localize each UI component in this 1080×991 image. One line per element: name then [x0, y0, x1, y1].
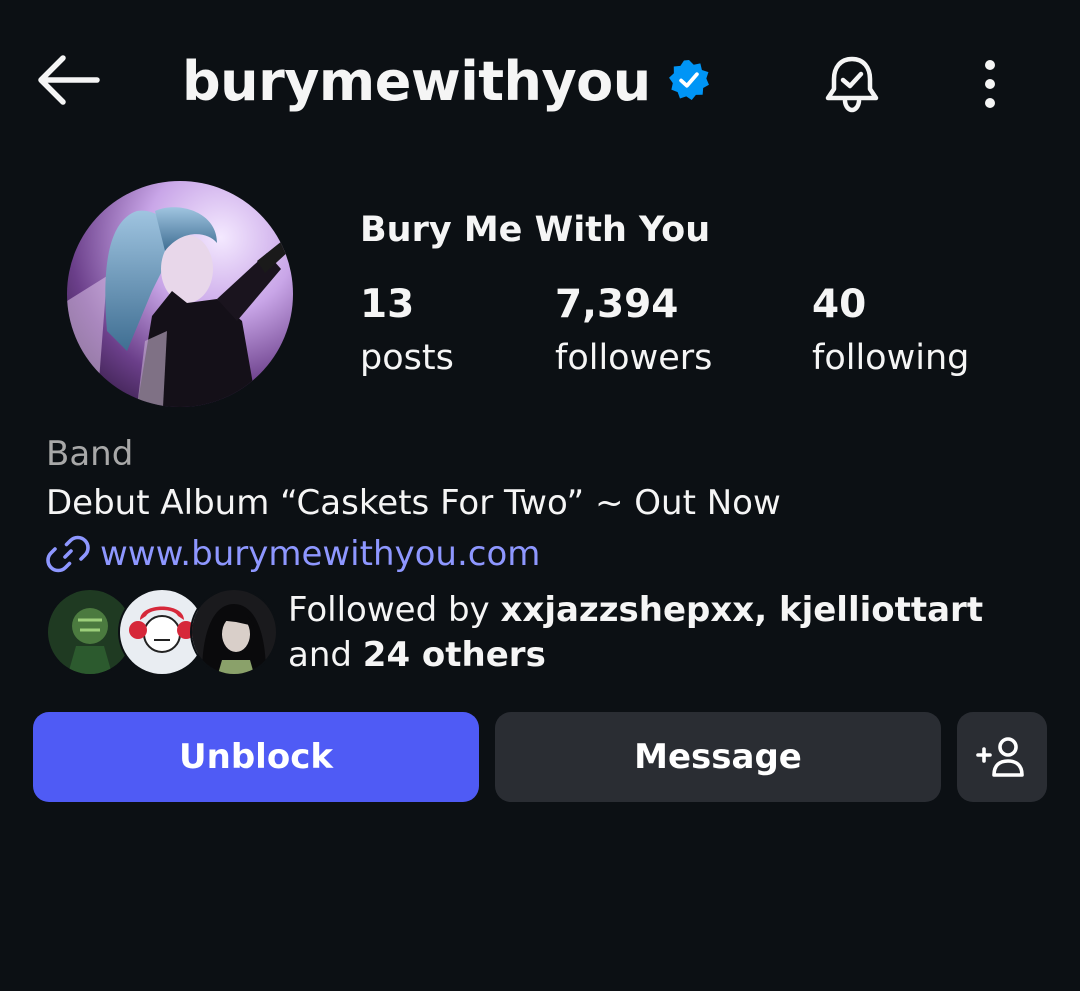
profile-link[interactable]: www.burymewithyou.com — [46, 528, 540, 580]
followed-by-text[interactable]: Followed by xxjazzshepxx, kjelliottart a… — [288, 588, 1028, 678]
verified-badge-icon — [669, 60, 709, 100]
followers-label: followers — [555, 338, 713, 378]
followed-by-middle: and — [288, 635, 363, 675]
profile-avatar[interactable] — [67, 181, 293, 407]
stat-following[interactable]: 40 following — [812, 278, 969, 384]
profile-category: Band — [46, 434, 134, 474]
followers-count: 7,394 — [555, 282, 679, 327]
more-options-button[interactable] — [960, 44, 1020, 124]
followed-by-names: xxjazzshepxx, kjelliottart — [500, 590, 984, 630]
profile-username: burymewithyou — [182, 50, 651, 113]
message-label: Message — [634, 737, 802, 777]
posts-label: posts — [360, 338, 454, 378]
profile-link-text: www.burymewithyou.com — [100, 534, 541, 574]
message-button[interactable]: Message — [495, 712, 941, 802]
following-count: 40 — [812, 282, 867, 327]
mutual-followers-avatars[interactable] — [46, 588, 278, 676]
stat-followers[interactable]: 7,394 followers — [555, 278, 712, 384]
link-icon — [46, 535, 90, 573]
unblock-button[interactable]: Unblock — [33, 712, 479, 802]
profile-bio: Debut Album “Caskets For Two” ~ Out Now — [46, 483, 781, 523]
add-person-icon — [976, 737, 1024, 777]
stat-posts[interactable]: 13 posts — [360, 278, 454, 384]
followed-by-prefix: Followed by — [288, 590, 501, 630]
notifications-button[interactable] — [812, 44, 892, 124]
following-label: following — [812, 338, 970, 378]
back-button[interactable] — [28, 40, 108, 120]
mutual-avatar — [190, 588, 278, 676]
posts-count: 13 — [360, 282, 415, 327]
arrow-left-icon — [38, 55, 100, 105]
more-vertical-icon — [985, 60, 995, 108]
bell-check-icon — [825, 56, 879, 113]
display-name: Bury Me With You — [360, 210, 711, 250]
unblock-label: Unblock — [179, 737, 333, 777]
suggest-people-button[interactable] — [957, 712, 1047, 802]
followed-by-others: 24 others — [362, 635, 546, 675]
